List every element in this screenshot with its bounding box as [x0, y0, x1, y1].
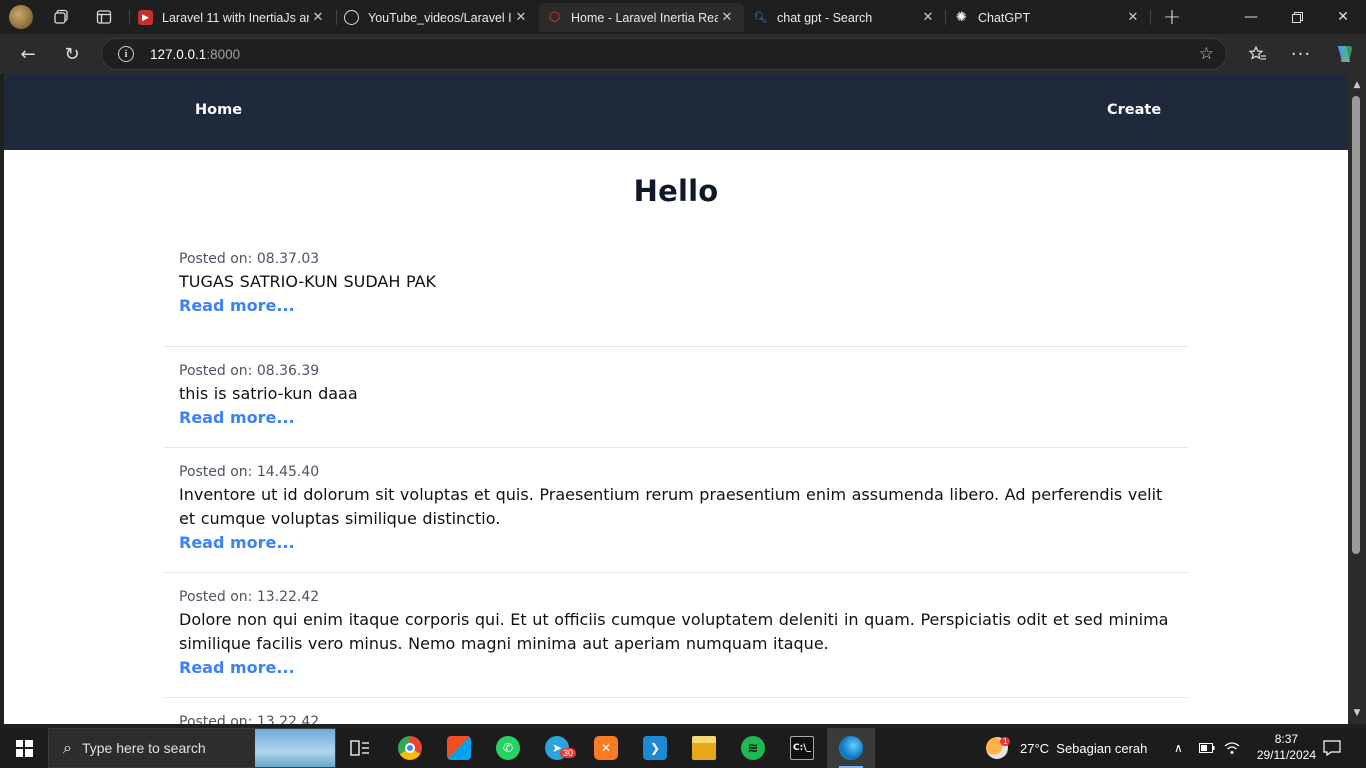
weather-badge: 1	[1000, 737, 1011, 746]
taskbar-spotify[interactable]: ≋	[729, 728, 777, 768]
copilot-icon[interactable]	[1324, 34, 1364, 74]
chrome-icon	[398, 736, 422, 760]
nav-create-link[interactable]: Create	[1107, 102, 1161, 118]
profile-avatar[interactable]	[9, 5, 33, 29]
post-item: Posted on: 13.22.42	[164, 698, 1188, 724]
chatgpt-icon: ✺	[956, 10, 967, 25]
taskbar-vscode[interactable]: ❯	[631, 728, 679, 768]
edge-icon	[839, 736, 863, 760]
folder-icon	[692, 736, 716, 760]
whatsapp-icon: ✆	[496, 736, 520, 760]
bing-search-icon: 🔍︎	[753, 11, 768, 24]
vertical-tabs-icon[interactable]	[84, 0, 124, 34]
browser-tab-youtube[interactable]: ▶ Laravel 11 with InertiaJs and ✕	[130, 3, 335, 32]
read-more-link[interactable]: Read more...	[179, 406, 1173, 430]
taskbar-telegram[interactable]: ➤ 30	[533, 728, 581, 768]
vscode-icon: ❯	[643, 736, 667, 760]
github-icon	[344, 10, 359, 25]
microsoft-store-icon	[447, 736, 471, 760]
taskbar-chrome[interactable]	[386, 728, 434, 768]
task-view-button[interactable]	[336, 728, 384, 768]
post-date: Posted on: 13.22.42	[179, 589, 320, 605]
post-item: Posted on: 08.37.03 TUGAS SATRIO-KUN SUD…	[164, 246, 1188, 347]
new-tab-icon[interactable]: +	[1152, 0, 1192, 34]
minimize-icon[interactable]: —	[1228, 0, 1274, 34]
browser-tab-chatgpt[interactable]: ✺ ChatGPT ✕	[946, 3, 1150, 32]
post-item: Posted on: 08.36.39 this is satrio-kun d…	[164, 347, 1188, 448]
taskbar-whatsapp[interactable]: ✆	[484, 728, 532, 768]
terminal-icon: C:\_	[790, 736, 814, 760]
xampp-icon: ✕	[594, 736, 618, 760]
address-bar[interactable]: i 127.0.0.1:8000 ☆	[101, 38, 1227, 70]
wifi-icon[interactable]	[1224, 728, 1240, 768]
taskbar-edge-active[interactable]	[827, 728, 875, 768]
post-date: Posted on: 08.36.39	[179, 363, 320, 379]
scrollbar-thumb[interactable]	[1352, 96, 1360, 554]
close-tab-icon[interactable]: ✕	[309, 10, 327, 25]
page-title: Hello	[633, 174, 719, 208]
url-text: 127.0.0.1:8000	[150, 46, 241, 62]
weather-widget[interactable]: 1 27°C Sebagian cerah	[986, 728, 1147, 768]
youtube-icon: ▶	[138, 10, 153, 25]
read-more-link[interactable]: Read more...	[179, 531, 1173, 555]
spotify-icon: ≋	[741, 736, 765, 760]
nav-home-link[interactable]: Home	[195, 102, 242, 118]
read-more-link[interactable]: Read more...	[179, 294, 1173, 318]
top-navbar: Home Create	[4, 74, 1348, 150]
close-tab-icon[interactable]: ✕	[512, 10, 530, 25]
post-body: this is satrio-kun daaa	[179, 384, 358, 403]
read-more-link[interactable]: Read more...	[179, 656, 1173, 680]
taskbar-file-explorer[interactable]	[680, 728, 728, 768]
post-date: Posted on: 08.37.03	[179, 251, 320, 267]
taskbar-xampp[interactable]: ✕	[582, 728, 630, 768]
favorite-star-icon[interactable]: ☆	[1199, 44, 1214, 64]
taskbar-search-box[interactable]: ⌕ Type here to search	[48, 728, 336, 768]
start-button[interactable]	[0, 728, 48, 768]
refresh-icon[interactable]: ↻	[52, 34, 92, 74]
scroll-down-icon[interactable]: ▼	[1348, 708, 1366, 718]
post-date: Posted on: 13.22.42	[179, 714, 320, 724]
browser-tab-bing-search[interactable]: 🔍︎ chat gpt - Search ✕	[745, 3, 945, 32]
site-info-icon[interactable]: i	[118, 46, 134, 62]
close-tab-icon[interactable]: ✕	[718, 10, 736, 25]
browser-tab-github[interactable]: YouTube_videos/Laravel Ine ✕	[336, 3, 538, 32]
post-date: Posted on: 14.45.40	[179, 464, 320, 480]
taskbar-store[interactable]	[435, 728, 483, 768]
search-highlight-image	[255, 729, 335, 767]
notification-icon[interactable]	[1323, 728, 1341, 768]
back-icon[interactable]: ←	[8, 34, 48, 74]
page-viewport: Home Create Hello Posted on: 08.37.03 TU…	[4, 74, 1348, 724]
browser-tab-home-active[interactable]: ⬡ Home - Laravel Inertia React ✕	[539, 3, 744, 32]
battery-icon[interactable]	[1199, 728, 1215, 768]
show-hidden-icons-icon[interactable]: ∧	[1174, 728, 1183, 768]
close-window-icon[interactable]: ✕	[1320, 0, 1366, 34]
windows-logo-icon	[15, 739, 33, 757]
page-scrollbar[interactable]: ▲ ▼	[1348, 74, 1366, 724]
laravel-icon: ⬡	[548, 10, 561, 25]
taskbar-terminal[interactable]: C:\_	[778, 728, 826, 768]
post-body: Inventore ut id dolorum sit voluptas et …	[179, 485, 1163, 528]
close-tab-icon[interactable]: ✕	[1124, 10, 1142, 25]
restore-icon[interactable]	[1274, 0, 1320, 34]
scroll-up-icon[interactable]: ▲	[1348, 80, 1366, 90]
post-item: Posted on: 14.45.40 Inventore ut id dolo…	[164, 448, 1188, 573]
workspaces-icon[interactable]	[42, 0, 82, 34]
post-body: Dolore non qui enim itaque corporis qui.…	[179, 610, 1169, 653]
search-icon: ⌕	[63, 738, 72, 757]
close-tab-icon[interactable]: ✕	[919, 10, 937, 25]
task-view-icon	[348, 736, 372, 760]
windows-taskbar: ⌕ Type here to search ✆ ➤ 30 ✕ ❯ ≋ C:\_ …	[0, 728, 1366, 768]
post-body: TUGAS SATRIO-KUN SUDAH PAK	[179, 272, 437, 291]
system-clock[interactable]: 8:37 29/11/2024	[1257, 731, 1316, 763]
post-list: Posted on: 08.37.03 TUGAS SATRIO-KUN SUD…	[164, 246, 1188, 724]
post-item: Posted on: 13.22.42 Dolore non qui enim …	[164, 573, 1188, 698]
weather-text: 27°C Sebagian cerah	[1020, 740, 1148, 756]
favorites-icon[interactable]	[1238, 34, 1278, 74]
telegram-badge: 30	[560, 748, 577, 758]
more-menu-icon[interactable]: ···	[1281, 34, 1321, 74]
